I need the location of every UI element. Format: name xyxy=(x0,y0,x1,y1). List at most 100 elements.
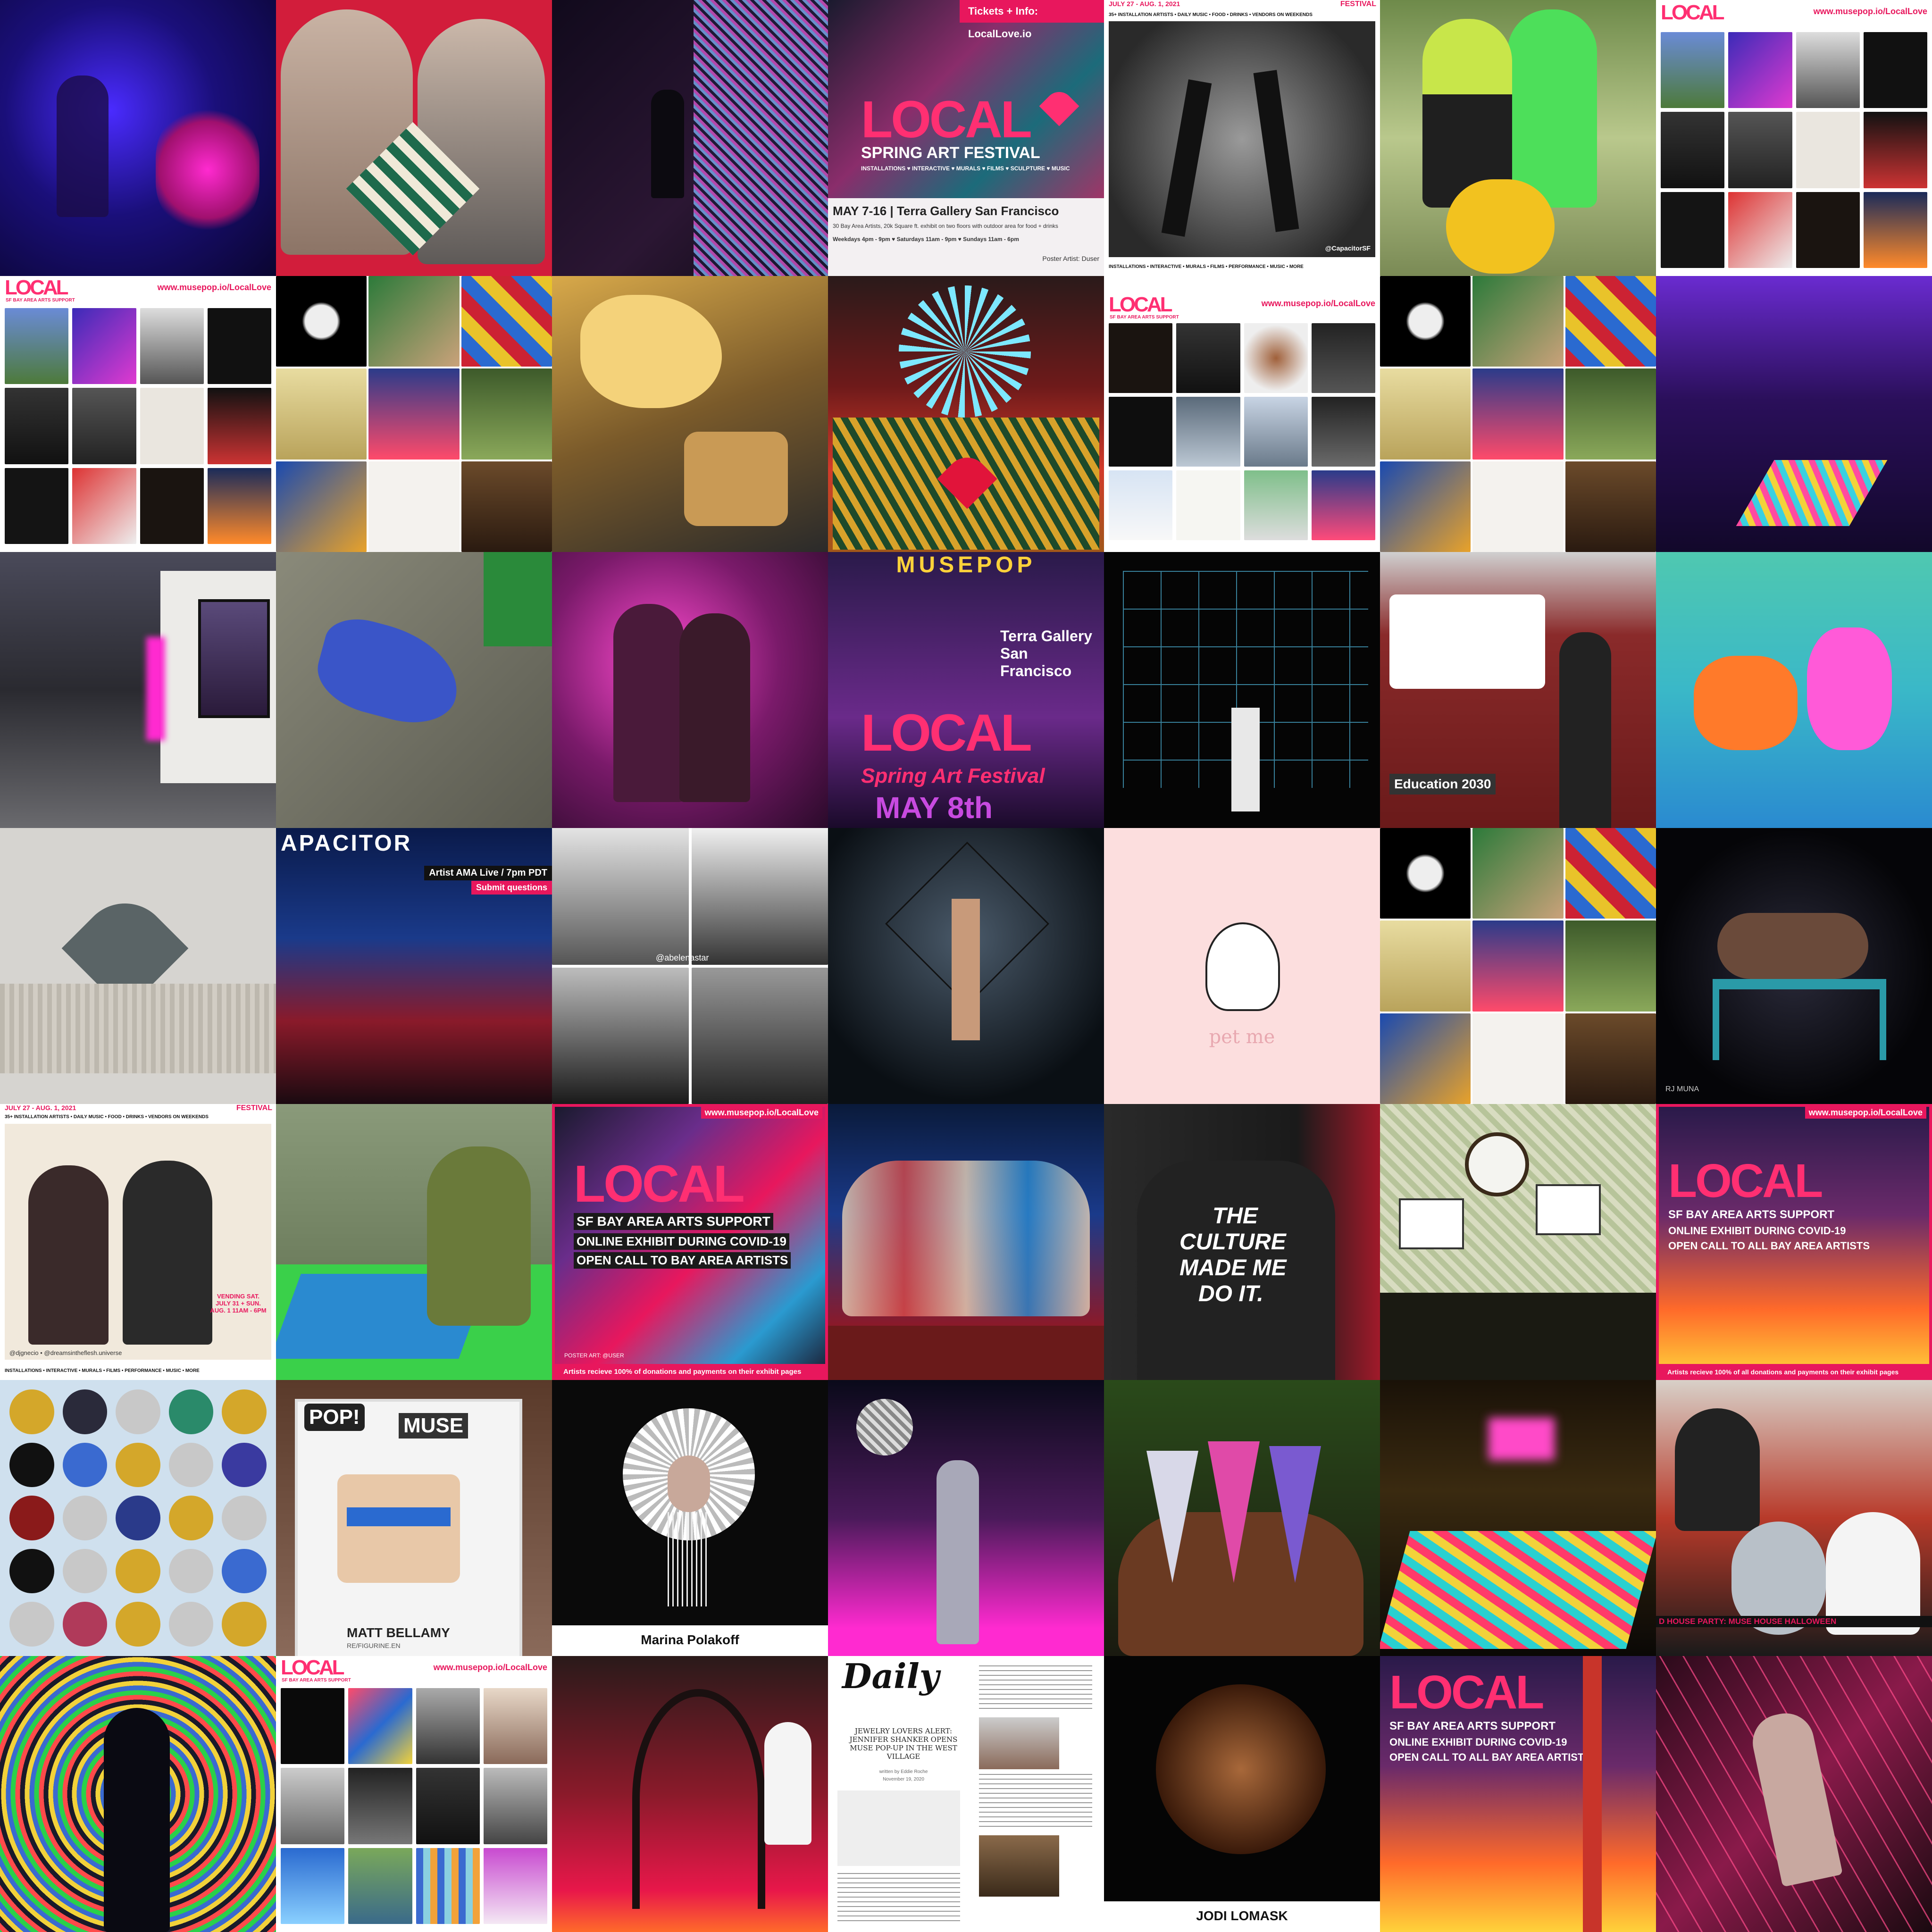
tile-musepop-gallery-page-2[interactable]: www.musepop.io/LocalLove LOCAL SF BAY AR… xyxy=(0,276,276,552)
tile-kissing-figures-art[interactable] xyxy=(1656,552,1932,828)
page-url[interactable]: www.musepop.io/LocalLove xyxy=(1814,7,1927,17)
artist-thumbnails xyxy=(5,308,271,544)
tile-golden-gate-poster-1[interactable]: www.musepop.io/LocalLove LOCAL SF BAY AR… xyxy=(1656,1104,1932,1380)
tile-musepop-gallery-page-3[interactable]: www.musepop.io/LocalLove LOCAL SF BAY AR… xyxy=(1104,276,1380,552)
performer xyxy=(937,1460,979,1644)
tile-golden-gate-poster-2[interactable]: LOCAL SF BAY AREA ARTS SUPPORT ONLINE EX… xyxy=(1380,1656,1656,1932)
tile-capacitor-dancers-poster[interactable]: JULY 27 - AUG. 1, 2021 FESTIVAL 35+ INST… xyxy=(1104,0,1380,276)
tile-funko-pop-muse[interactable]: POP! MUSE MATT BELLAMY RE/FIGURINE.EN xyxy=(276,1380,552,1656)
figure-name: MATT BELLAMY xyxy=(347,1625,450,1640)
tile-purple-room-rug[interactable] xyxy=(1656,276,1932,552)
tile-pet-me-cat[interactable]: pet me xyxy=(1104,828,1380,1104)
tile-geometric-cage-aerialist[interactable] xyxy=(828,828,1104,1104)
tile-pop-art-mural[interactable] xyxy=(552,276,828,552)
tile-contortionist-bench[interactable]: RJ MUNA xyxy=(1656,828,1932,1104)
page-url[interactable]: www.musepop.io/LocalLove xyxy=(1262,299,1375,309)
party-banner: D HOUSE PARTY: MUSE HOUSE HALLOWEEN xyxy=(1656,1616,1932,1627)
tile-capacitor-vending-poster[interactable]: JULY 27 - AUG. 1, 2021 FESTIVAL 35+ INST… xyxy=(0,1104,276,1380)
tile-grid-cube-performer[interactable] xyxy=(1104,552,1380,828)
tile-heart-sweater-bracelet[interactable] xyxy=(0,828,276,1104)
tile-art-mosaic-3[interactable] xyxy=(1380,828,1656,1104)
local-love-logo: LOCAL xyxy=(5,276,69,299)
white-dress xyxy=(764,1722,811,1845)
tile-pave-heart-pendants[interactable] xyxy=(1104,1380,1380,1656)
body-text-right-2 xyxy=(979,1774,1092,1831)
local-love-logo: LOCAL xyxy=(574,1155,745,1213)
tile-art-mosaic-2[interactable] xyxy=(1380,276,1656,552)
tile-bw-portraits-collage[interactable]: @abelenastar xyxy=(552,828,828,1104)
dancers-photo xyxy=(1109,21,1375,257)
tile-musepop-gallery-page-4[interactable]: www.musepop.io/LocalLove LOCAL SF BAY AR… xyxy=(276,1656,552,1932)
tile-led-wall-night[interactable] xyxy=(552,0,828,276)
yellow-bear-costume xyxy=(1446,179,1555,274)
mosaic-grid xyxy=(1380,276,1656,552)
artist-left xyxy=(28,1165,109,1345)
tile-child-playing-jars[interactable] xyxy=(276,1104,552,1380)
tile-local-love-covid-poster[interactable]: www.musepop.io/LocalLove LOCAL SF BAY AR… xyxy=(552,1104,828,1380)
tile-patterned-floor-hall[interactable] xyxy=(1380,1380,1656,1656)
tile-gallery-portrait-wall[interactable] xyxy=(0,552,276,828)
tile-halloween-party[interactable]: D HOUSE PARTY: MUSE HOUSE HALLOWEEN xyxy=(1656,1380,1932,1656)
box-title: MUSE xyxy=(399,1413,468,1439)
tile-blue-light-installation[interactable] xyxy=(0,0,276,276)
jewelry-image xyxy=(837,1790,960,1866)
tile-art-mosaic-1[interactable] xyxy=(276,276,552,552)
daily-masthead: Daily xyxy=(842,1656,939,1696)
tile-education-2030-exhibit[interactable]: Education 2030 xyxy=(1380,552,1656,828)
support-line-1: SF BAY AREA ARTS SUPPORT xyxy=(1389,1720,1556,1732)
masked-person xyxy=(1675,1408,1760,1531)
tile-spring-festival-poster[interactable]: Tickets + Info: LocalLove.io LOCAL SPRIN… xyxy=(828,0,1104,276)
contortionist xyxy=(1717,913,1868,979)
tile-capacitor-ama-live[interactable]: APACITOR Artist AMA Live / 7pm PDT Submi… xyxy=(276,828,552,1104)
tile-swirl-wall-portrait[interactable] xyxy=(0,1656,276,1932)
artist-thumbnails xyxy=(1661,32,1927,268)
poster-top-right: FESTIVAL xyxy=(1340,0,1376,8)
tile-clock-room-installation[interactable] xyxy=(1380,1104,1656,1380)
local-love-logo: LOCAL xyxy=(281,1656,345,1679)
tile-neon-disco-party[interactable] xyxy=(828,1380,1104,1656)
tile-two-women-neon[interactable] xyxy=(552,552,828,828)
submit-questions[interactable]: Submit questions xyxy=(471,881,552,895)
tile-jodi-lomask-sphere[interactable]: JODI LOMASK xyxy=(1104,1656,1380,1932)
tile-costumed-people-outdoors[interactable] xyxy=(1380,0,1656,276)
woman-right xyxy=(679,613,750,802)
donation-banner: Artists recieve 100% of donations and pa… xyxy=(555,1364,825,1377)
rug xyxy=(1736,460,1888,526)
page-url[interactable]: www.musepop.io/LocalLove xyxy=(1805,1107,1926,1119)
wrist-bracelet xyxy=(0,984,276,1073)
musepop-header: MUSEPOP xyxy=(896,552,1036,577)
tile-musepop-disco-poster[interactable]: MUSEPOP Terra Gallery San Francisco LOCA… xyxy=(828,552,1104,828)
stage-floor xyxy=(828,1326,1104,1380)
tile-laser-dancer[interactable] xyxy=(1656,1656,1932,1932)
photo-collage-grid: Tickets + Info: LocalLove.io LOCAL SPRIN… xyxy=(0,0,1932,1932)
mural-eyes xyxy=(684,432,788,526)
tile-marina-polakoff-headpiece[interactable]: Marina Polakoff xyxy=(552,1380,828,1656)
figure-silhouette xyxy=(57,75,109,217)
tile-musepop-gallery-page-1[interactable]: www.musepop.io/LocalLove LOCAL xyxy=(1656,0,1932,276)
tagline: SF BAY AREA ARTS SUPPORT xyxy=(1110,315,1179,320)
tile-heart-installation[interactable] xyxy=(828,276,1104,552)
poster-lineup: 35+ INSTALLATION ARTISTS • DAILY MUSIC •… xyxy=(5,1114,209,1120)
tile-daily-article[interactable]: Daily JEWELRY LOVERS ALERT: JENNIFER SHA… xyxy=(828,1656,1104,1932)
vending-info: VENDING SAT. JULY 31 + SUN. AUG. 1 11AM … xyxy=(210,1293,267,1314)
tile-blue-glove[interactable] xyxy=(276,552,552,828)
page-url[interactable]: www.musepop.io/LocalLove xyxy=(158,283,271,293)
pop-logo: POP! xyxy=(304,1404,365,1431)
person-silhouette xyxy=(104,1708,170,1932)
page-url[interactable]: www.musepop.io/LocalLove xyxy=(434,1663,547,1673)
interior-photo xyxy=(979,1835,1059,1897)
blue-glove xyxy=(309,611,469,734)
page-url[interactable]: www.musepop.io/LocalLove xyxy=(701,1107,822,1119)
performer xyxy=(1231,708,1260,811)
tickets-banner[interactable]: Tickets + Info: LocalLove.io xyxy=(960,0,1104,40)
tile-stage-jugglers[interactable] xyxy=(828,1104,1104,1380)
tile-gallery-tree-sculpture[interactable] xyxy=(552,1656,828,1932)
shirt-line-2: CULTURE xyxy=(1179,1229,1286,1255)
tile-culture-made-me-shirt[interactable]: THE CULTURE MADE ME DO IT. xyxy=(1104,1104,1380,1380)
capacitor-handle: @CapacitorSF xyxy=(1325,244,1371,252)
tile-collage-two-women[interactable] xyxy=(276,0,552,276)
poster-credit: Poster Artist: Duser xyxy=(1042,255,1099,262)
visitor xyxy=(1559,632,1611,828)
figure-sub: RE/FIGURINE.EN xyxy=(347,1642,401,1649)
tile-charms-jewelry[interactable] xyxy=(0,1380,276,1656)
